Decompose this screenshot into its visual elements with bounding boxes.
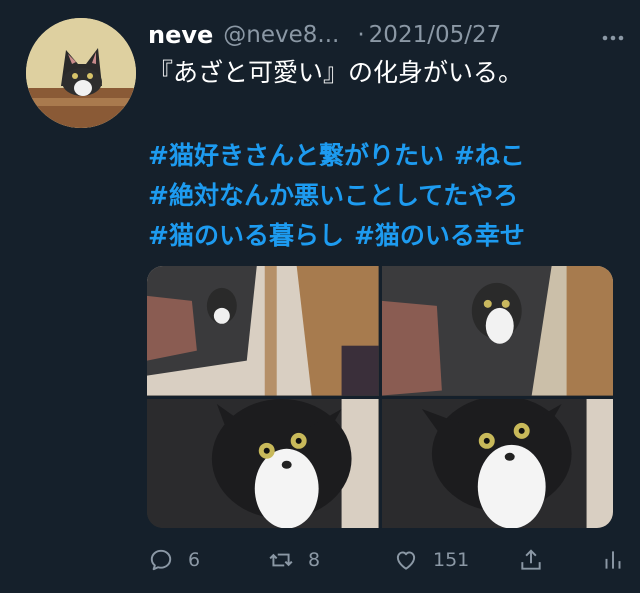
- retweet-button[interactable]: 8: [268, 547, 393, 573]
- like-count: 151: [433, 549, 470, 571]
- media-photo-1[interactable]: [147, 266, 379, 396]
- retweet-icon: [269, 553, 293, 567]
- reply-icon: [150, 549, 172, 571]
- like-button[interactable]: 151: [393, 547, 518, 573]
- hashtags: #猫好きさんと繋がりたい #ねこ #絶対なんか悪いことしてたやろ #猫のいる暮らし…: [148, 136, 626, 256]
- more-dots-icon[interactable]: [602, 23, 626, 48]
- media-photo-4[interactable]: [381, 398, 613, 528]
- media-photo-3[interactable]: [147, 398, 379, 528]
- cat-photo-image: [147, 266, 379, 396]
- reply-button[interactable]: 6: [148, 547, 268, 573]
- analytics-icon: [605, 551, 621, 569]
- reply-count: 6: [188, 549, 201, 571]
- hashtag-link[interactable]: #猫のいる暮らし: [148, 221, 344, 250]
- cat-photo-image: [147, 398, 379, 528]
- retweet-count: 8: [308, 549, 321, 571]
- heart-icon: [396, 551, 416, 570]
- media-photo-2[interactable]: [381, 266, 613, 396]
- cat-photo-image: [381, 266, 613, 396]
- tweet-text: 『あざと可愛い』の化身がいる。: [148, 58, 524, 87]
- cat-photo-image: [381, 398, 613, 528]
- hashtag-link[interactable]: #猫好きさんと繋がりたい: [148, 141, 444, 170]
- avatar-cat-image: [26, 18, 136, 128]
- media-grid: [147, 266, 613, 528]
- display-name[interactable]: neve: [148, 21, 213, 49]
- tweet-header: neve @neve8... · 2021/05/27: [148, 18, 626, 52]
- share-icon: [521, 549, 541, 570]
- analytics-button[interactable]: [600, 547, 626, 573]
- separator-dot: ·: [357, 22, 365, 48]
- tweet-date[interactable]: 2021/05/27: [369, 22, 502, 48]
- avatar[interactable]: [26, 18, 136, 128]
- hashtag-link[interactable]: #ねこ: [454, 141, 525, 170]
- user-handle[interactable]: @neve8...: [223, 22, 339, 48]
- share-button[interactable]: [518, 547, 578, 573]
- hashtag-link[interactable]: #絶対なんか悪いことしてたやろ: [148, 181, 518, 210]
- tweet-actions: 6 8 151: [148, 540, 626, 580]
- hashtag-link[interactable]: #猫のいる幸せ: [354, 221, 525, 250]
